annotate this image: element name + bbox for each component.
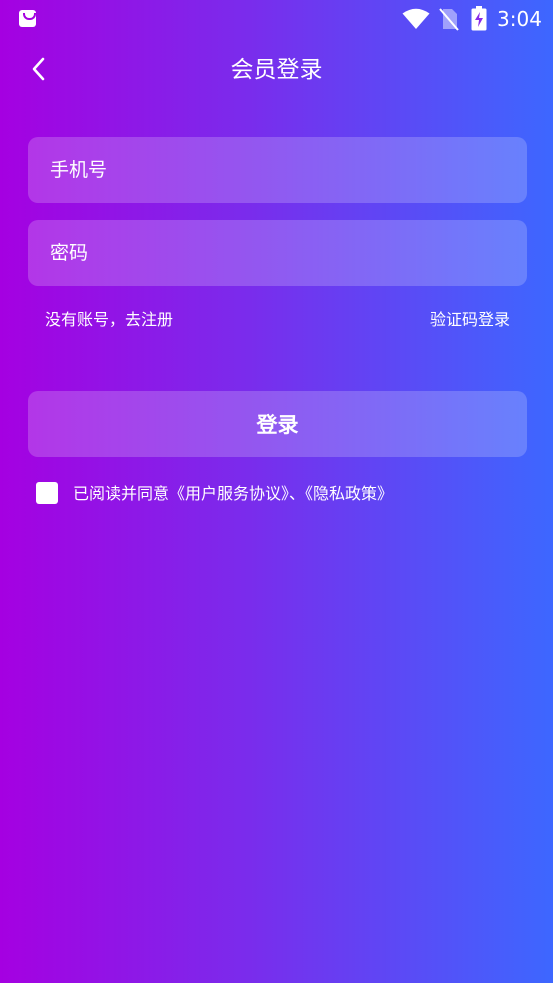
no-sim-icon [439, 8, 459, 31]
register-link[interactable]: 没有账号，去注册 [45, 308, 173, 332]
phone-field [28, 137, 527, 203]
status-bar: 3:04 [0, 0, 553, 38]
agreement-checkbox[interactable] [36, 482, 58, 504]
battery-charging-icon [471, 6, 487, 31]
password-field [28, 220, 527, 286]
agreement-text: 已阅读并同意《用户服务协议》、《隐私政策》 [73, 484, 394, 503]
password-input[interactable] [28, 220, 527, 286]
app-notification-icon [19, 10, 36, 27]
page-title: 会员登录 [230, 57, 323, 83]
status-time: 3:04 [497, 7, 542, 31]
login-button[interactable]: 登录 [28, 391, 527, 457]
phone-input[interactable] [28, 137, 527, 203]
sms-login-link[interactable]: 验证码登录 [430, 308, 510, 332]
wifi-icon [402, 8, 430, 29]
